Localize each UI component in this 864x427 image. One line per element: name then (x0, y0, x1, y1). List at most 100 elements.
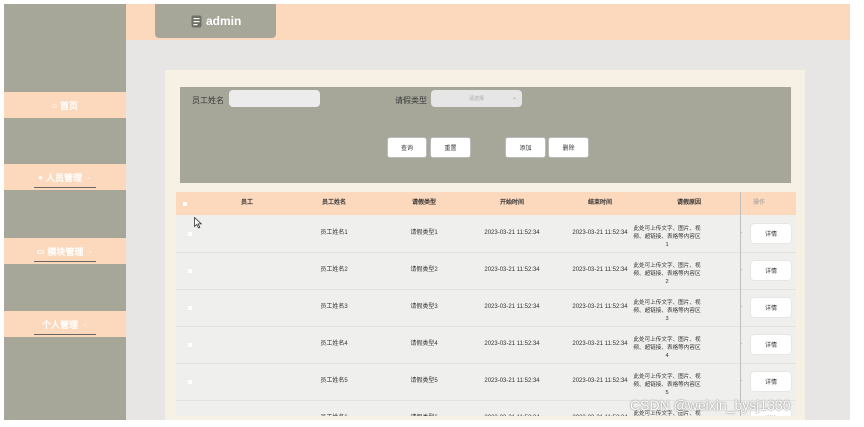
user-icon: ● (38, 172, 43, 182)
detail-button[interactable]: 详情 (751, 224, 791, 243)
select-all-checkbox[interactable] (183, 202, 187, 206)
cell-employee-name: 员工姓名3 (320, 304, 348, 310)
nav-underline (34, 334, 96, 335)
column-header: 员工 (240, 200, 254, 206)
detail-button[interactable]: 详情 (751, 261, 791, 280)
cell-leave-type: 请假类型5 (410, 378, 438, 384)
cell-leave-type: 请假类型4 (410, 341, 438, 347)
home-icon: ⌂ (52, 100, 57, 110)
mouse-cursor-icon (194, 217, 202, 229)
watermark: CSDN @weixin_bysj1330 (630, 397, 791, 413)
table-row: 员工姓名2 请假类型2 2023-03-21 11:52:34 2023-03-21 … (176, 252, 796, 290)
table-row: 员工姓名5 请假类型5 2023-03-21 11:52:34 2023-03-21 … (176, 363, 796, 401)
admin-menu[interactable]: admin (155, 4, 276, 38)
row-checkbox[interactable] (188, 306, 192, 310)
cell-leave-reason: 此处可上传文字、图片、视频、超链接、表格等内容区1 (632, 225, 702, 249)
table-body: 员工姓名1 请假类型1 2023-03-21 11:52:34 2023-03-21 … (176, 215, 796, 416)
module-icon: ▭ (36, 246, 45, 256)
table-header: 员工 员工姓名 请假类型 开始时间 结束时间 请假原因 操作 (176, 192, 796, 215)
sidebar-item-label: 模块管理 (47, 246, 84, 257)
reason-line: 频、超链接、表格等内容区4 (633, 345, 701, 359)
column-header: 结束时间 (587, 200, 613, 206)
nav-underline (34, 261, 96, 262)
sidebar: ⌂ 首页 ● 人员管理 ⌄ ▭ 模块管理 ⌄ 个人管理 ⌄ (4, 4, 126, 420)
filter-panel: 员工姓名 请假类型 请选择 ⌄ 查询 重置 添加 删除 (180, 87, 791, 183)
table-divider (740, 192, 741, 416)
employee-name-label: 员工姓名 (192, 96, 224, 105)
cell-end-time: 2023-03-21 11:52:34 (572, 230, 628, 236)
sidebar-item-home[interactable]: ⌂ 首页 (4, 92, 126, 118)
sidebar-item-label: 个人管理 (42, 319, 79, 330)
reason-line: 频、超链接、表格等内容区2 (633, 271, 701, 285)
column-header: 请假类型 (411, 200, 437, 206)
cell-leave-type: 请假类型2 (410, 267, 438, 273)
chevron-down-icon: ⌄ (511, 95, 517, 101)
cell-employee-name: 员工姓名4 (320, 341, 348, 347)
select-value: 请选择 (468, 96, 484, 102)
column-header: 员工姓名 (321, 200, 347, 206)
cell-leave-reason: 此处可上传文字、图片、视频、超链接、表格等内容区3 (632, 299, 702, 323)
delete-button[interactable]: 删除 (548, 137, 589, 158)
admin-label: admin (206, 14, 242, 28)
table-row: 员工姓名1 请假类型1 2023-03-21 11:52:34 2023-03-21 … (176, 215, 796, 253)
cell-start-time: 2023-03-21 11:52:34 (484, 304, 540, 310)
cell-leave-type: 请假类型6 (410, 400, 437, 416)
cell-employee-name: 员工姓名5 (320, 378, 348, 384)
document-icon (191, 15, 202, 27)
row-checkbox[interactable] (188, 232, 192, 236)
cell-leave-reason: 此处可上传文字、图片、视频、超链接、表格等内容区2 (632, 262, 702, 286)
cell-start-time: 2023-03-21 11:52:34 (484, 341, 540, 347)
sidebar-item-personal[interactable]: 个人管理 ⌄ (4, 311, 126, 337)
cell-start-time: 2023-03-21 11:52:34 (484, 267, 540, 273)
sidebar-item-label: 首页 (59, 100, 78, 111)
detail-button[interactable]: 详情 (751, 335, 791, 354)
cell-employee-name: 员工姓名1 (320, 230, 348, 236)
reason-line: 频、超链接、表格等内容区3 (633, 308, 701, 322)
column-header: 操作 (752, 200, 766, 206)
cell-start-time: 2023-03-21 11:52:34 (484, 400, 539, 416)
leave-type-select[interactable]: 请选择 ⌄ (431, 90, 522, 107)
sidebar-item-modules[interactable]: ▭ 模块管理 ⌄ (4, 238, 126, 264)
table-row: 员工姓名4 请假类型4 2023-03-21 11:52:34 2023-03-21 … (176, 326, 796, 364)
reason-line: 此处可上传文字、图片、视 (633, 263, 701, 269)
sidebar-item-staff[interactable]: ● 人员管理 ⌄ (4, 164, 126, 190)
nav-underline (34, 187, 96, 188)
chevron-down-icon: ⌄ (85, 174, 92, 181)
column-header: 请假原因 (676, 200, 702, 206)
reason-line: 频、超链接、表格等内容区1 (633, 234, 701, 248)
cell-start-time: 2023-03-21 11:52:34 (484, 378, 540, 384)
reason-line: 此处可上传文字、图片、视 (633, 300, 701, 306)
column-header: 开始时间 (499, 200, 525, 206)
reason-line: 此处可上传文字、图片、视 (633, 374, 701, 380)
cell-end-time: 2023-03-21 11:52:34 (572, 304, 628, 310)
row-checkbox[interactable] (188, 269, 192, 273)
top-bar: admin (126, 4, 850, 40)
cell-leave-reason: 此处可上传文字、图片、视频、超链接、表格等内容区5 (632, 373, 702, 397)
cell-employee-name: 员工姓名6 (320, 400, 347, 416)
sidebar-item-label: 人员管理 (45, 172, 82, 183)
reset-button[interactable]: 重置 (430, 137, 471, 158)
reason-line: 频、超链接、表格等内容区5 (633, 382, 701, 396)
detail-button[interactable]: 详情 (751, 372, 791, 391)
cell-end-time: 2023-03-21 11:52:34 (572, 341, 628, 347)
employee-name-input[interactable] (229, 90, 320, 107)
cell-leave-type: 请假类型1 (410, 230, 438, 236)
cell-end-time: 2023-03-21 11:52:34 (572, 378, 628, 384)
row-checkbox[interactable] (188, 343, 192, 347)
chevron-down-icon: ⌄ (87, 248, 94, 255)
cell-end-time: 2023-03-21 11:52:34 (572, 400, 627, 416)
row-checkbox[interactable] (188, 380, 192, 384)
detail-button[interactable]: 详情 (751, 298, 791, 317)
cell-leave-reason: 此处可上传文字、图片、视频、超链接、表格等内容区4 (632, 336, 702, 360)
reason-line: 此处可上传文字、图片、视 (633, 337, 701, 343)
cell-start-time: 2023-03-21 11:52:34 (484, 230, 540, 236)
reason-line: 此处可上传文字、图片、视 (633, 226, 701, 232)
add-button[interactable]: 添加 (505, 137, 546, 158)
cell-employee-name: 员工姓名2 (320, 267, 348, 273)
chevron-down-icon: ⌄ (82, 321, 88, 328)
query-button[interactable]: 查询 (387, 137, 427, 158)
cell-leave-type: 请假类型3 (410, 304, 438, 310)
cell-end-time: 2023-03-21 11:52:34 (572, 267, 628, 273)
table-row: 员工姓名3 请假类型3 2023-03-21 11:52:34 2023-03-21 … (176, 289, 796, 327)
leave-type-label: 请假类型 (395, 96, 427, 105)
